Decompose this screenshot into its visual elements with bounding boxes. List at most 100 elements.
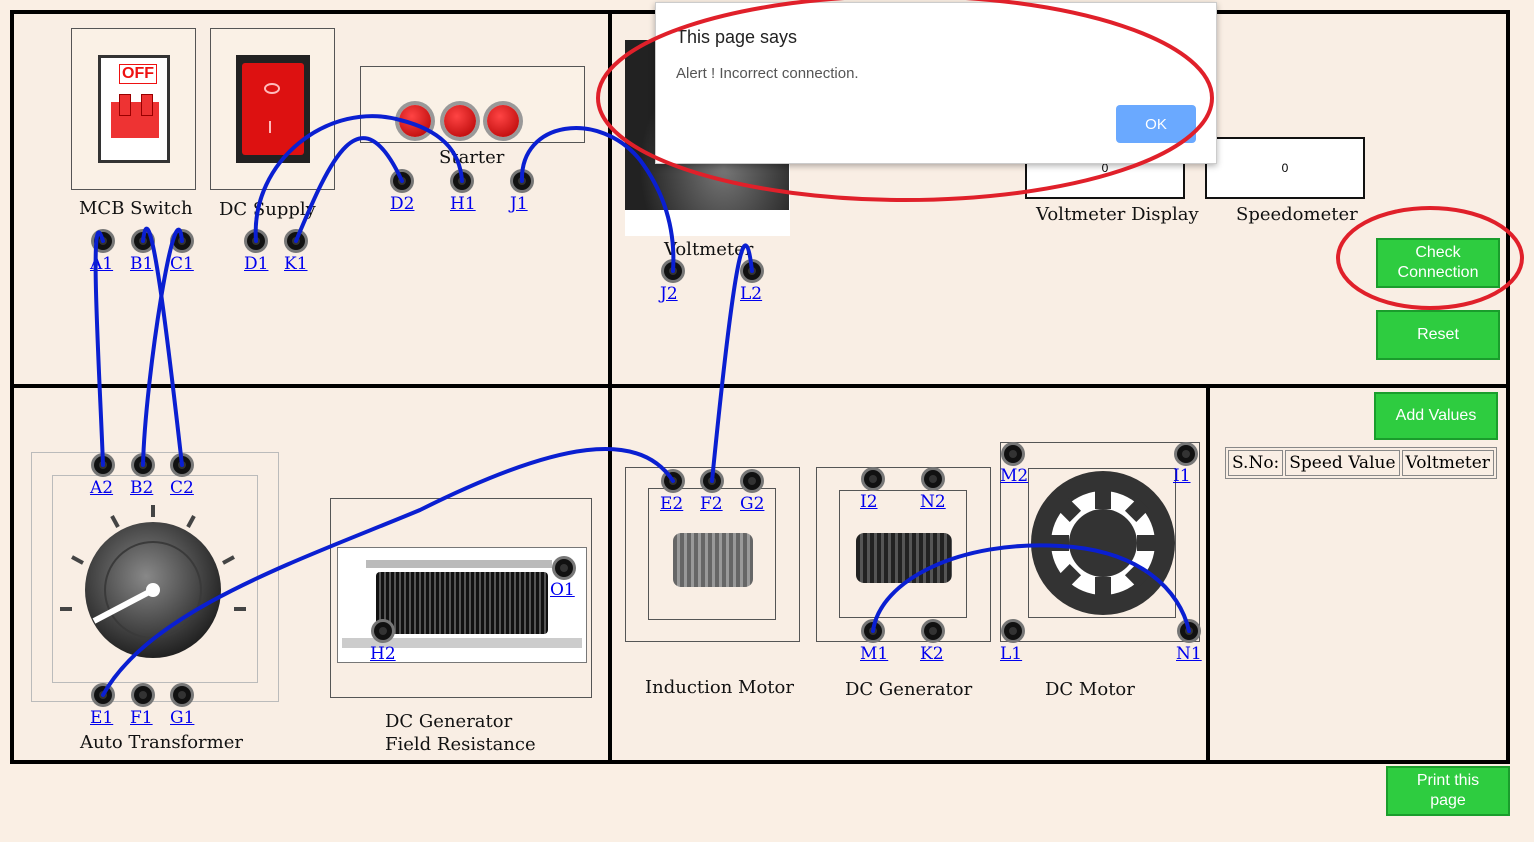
- terminal-label-O1[interactable]: O1: [550, 580, 575, 600]
- table-header-voltmeter: Voltmeter: [1401, 450, 1494, 476]
- mcb-switch-icon: OFF: [98, 55, 170, 163]
- dc-motor: [1000, 442, 1200, 642]
- terminal-label-J1[interactable]: J1: [510, 194, 528, 214]
- terminal-A1[interactable]: [94, 232, 112, 250]
- panel-bottom-right: [1206, 384, 1510, 764]
- terminal-label-I1[interactable]: I1: [1173, 466, 1191, 486]
- terminal-label-L1[interactable]: L1: [1000, 644, 1022, 664]
- terminal-C1[interactable]: [173, 232, 191, 250]
- dialog-ok-button[interactable]: OK: [1116, 105, 1196, 143]
- starter-panel: [360, 66, 585, 143]
- terminal-label-H2[interactable]: H2: [370, 644, 396, 664]
- starter-lamp-2: [444, 105, 476, 137]
- auto-transformer: [31, 452, 279, 702]
- terminal-label-K2[interactable]: K2: [920, 644, 944, 664]
- voltmeter-display-label: Voltmeter Display: [1036, 204, 1199, 225]
- terminal-label-N2[interactable]: N2: [920, 492, 946, 512]
- reset-button[interactable]: Reset: [1376, 310, 1500, 360]
- terminal-I2[interactable]: [864, 470, 882, 488]
- dc-motor-label: DC Motor: [1045, 679, 1135, 700]
- terminal-G1[interactable]: [173, 686, 191, 704]
- dc-generator-icon: [856, 533, 952, 583]
- terminal-label-F1[interactable]: F1: [130, 708, 153, 728]
- terminal-D1[interactable]: [247, 232, 265, 250]
- terminal-label-J2[interactable]: J2: [660, 284, 678, 304]
- dc-motor-icon: [1031, 471, 1175, 615]
- terminal-label-D2[interactable]: D2: [390, 194, 414, 214]
- dc-supply-switch[interactable]: [210, 28, 335, 190]
- table-header-sno: S.No:: [1228, 450, 1284, 476]
- terminal-label-K1[interactable]: K1: [284, 254, 308, 274]
- terminal-O1[interactable]: [555, 559, 573, 577]
- terminal-label-B2[interactable]: B2: [130, 478, 153, 498]
- terminal-A2[interactable]: [94, 456, 112, 474]
- terminal-label-B1[interactable]: B1: [130, 254, 153, 274]
- alert-dialog: This page says Alert ! Incorrect connect…: [655, 2, 1217, 164]
- terminal-J1[interactable]: [513, 172, 531, 190]
- auto-transformer-label: Auto Transformer: [80, 732, 243, 753]
- terminal-label-C1[interactable]: C1: [170, 254, 194, 274]
- observation-table: S.No: Speed Value Voltmeter: [1225, 447, 1497, 479]
- starter-label: Starter: [439, 147, 505, 168]
- terminal-label-A2[interactable]: A2: [90, 478, 113, 498]
- terminal-label-D1[interactable]: D1: [244, 254, 268, 274]
- terminal-label-G2[interactable]: G2: [740, 494, 764, 514]
- print-page-button[interactable]: Print this page: [1386, 766, 1510, 816]
- terminal-E2[interactable]: [664, 472, 682, 490]
- induction-motor-icon: [673, 533, 753, 587]
- terminal-E1[interactable]: [94, 686, 112, 704]
- starter-lamp-1: [399, 105, 431, 137]
- induction-motor-label: Induction Motor: [645, 677, 794, 698]
- terminal-B2[interactable]: [134, 456, 152, 474]
- terminal-D2[interactable]: [393, 172, 411, 190]
- terminal-label-H1[interactable]: H1: [450, 194, 476, 214]
- terminal-I1[interactable]: [1177, 445, 1195, 463]
- dc-generator-label: DC Generator: [845, 679, 973, 700]
- voltmeter-label: Voltmeter: [664, 239, 754, 260]
- terminal-L1[interactable]: [1004, 622, 1022, 640]
- terminal-C2[interactable]: [173, 456, 191, 474]
- rocker-switch-icon: [236, 55, 310, 163]
- speedometer-label: Speedometer: [1236, 204, 1358, 225]
- terminal-L2[interactable]: [743, 262, 761, 280]
- terminal-label-C2[interactable]: C2: [170, 478, 194, 498]
- starter-lamp-3: [487, 105, 519, 137]
- dc-supply-label: DC Supply: [219, 199, 316, 220]
- mcb-switch[interactable]: OFF: [71, 28, 196, 190]
- terminal-F1[interactable]: [134, 686, 152, 704]
- dc-generator: [816, 467, 991, 642]
- terminal-label-G1[interactable]: G1: [170, 708, 194, 728]
- terminal-B1[interactable]: [134, 232, 152, 250]
- terminal-label-M2[interactable]: M2: [1000, 466, 1028, 486]
- dialog-message: Alert ! Incorrect connection.: [676, 65, 859, 82]
- terminal-J2[interactable]: [664, 262, 682, 280]
- terminal-label-F2[interactable]: F2: [700, 494, 723, 514]
- table-header-speed: Speed Value: [1285, 450, 1400, 476]
- terminal-label-L2[interactable]: L2: [740, 284, 762, 304]
- terminal-label-E2[interactable]: E2: [660, 494, 683, 514]
- terminal-K2[interactable]: [924, 622, 942, 640]
- terminal-H2[interactable]: [374, 622, 392, 640]
- mcb-off-text: OFF: [119, 64, 157, 84]
- terminal-M1[interactable]: [864, 622, 882, 640]
- terminal-label-I2[interactable]: I2: [860, 492, 878, 512]
- terminal-N2[interactable]: [924, 470, 942, 488]
- terminal-M2[interactable]: [1004, 445, 1022, 463]
- terminal-label-N1[interactable]: N1: [1176, 644, 1202, 664]
- terminal-K1[interactable]: [287, 232, 305, 250]
- terminal-N1[interactable]: [1180, 622, 1198, 640]
- speedometer-display: 0: [1205, 137, 1365, 199]
- terminal-label-A1[interactable]: A1: [90, 254, 113, 274]
- terminal-G2[interactable]: [743, 472, 761, 490]
- terminal-label-E1[interactable]: E1: [90, 708, 113, 728]
- check-connection-button[interactable]: Check Connection: [1376, 238, 1500, 288]
- terminal-label-M1[interactable]: M1: [860, 644, 888, 664]
- terminal-F2[interactable]: [703, 472, 721, 490]
- terminal-H1[interactable]: [453, 172, 471, 190]
- field-resistance-label-1: DC Generator: [385, 711, 513, 732]
- mcb-switch-label: MCB Switch: [79, 198, 193, 219]
- rheostat-icon: [376, 572, 548, 634]
- add-values-button[interactable]: Add Values: [1374, 392, 1498, 440]
- auto-transformer-knob-icon: [60, 505, 246, 658]
- dialog-title: This page says: [676, 27, 798, 47]
